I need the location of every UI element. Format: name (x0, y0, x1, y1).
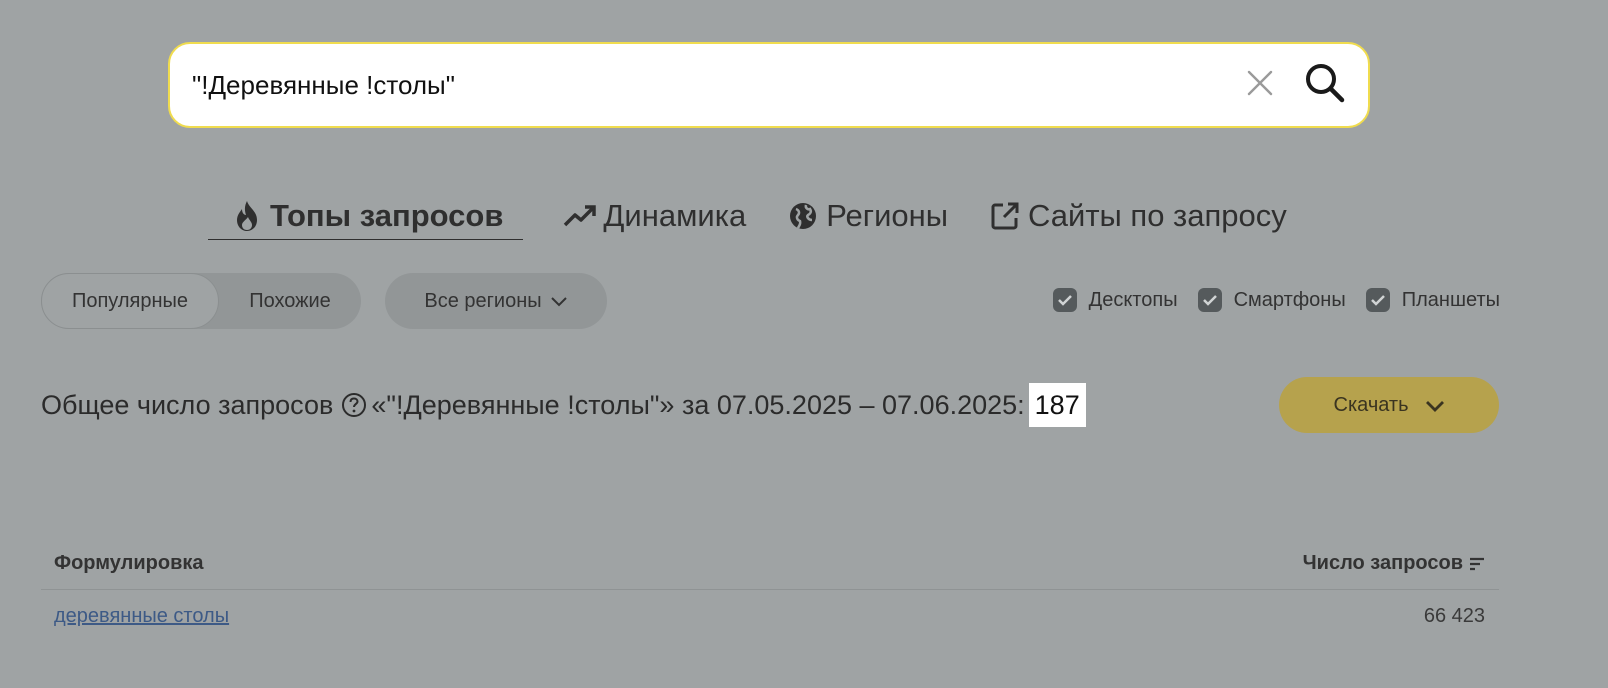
search-icon (1304, 62, 1346, 109)
column-phrase: Формулировка (54, 552, 204, 574)
globe-icon (786, 199, 820, 233)
summary-prefix: Общее число запросов (41, 389, 334, 420)
fire-icon (230, 199, 264, 233)
column-count-label: Число запросов (1302, 552, 1463, 574)
device-filters: Десктопы Смартфоны Планшеты (1033, 288, 1500, 312)
region-dropdown[interactable]: Все регионы (385, 273, 607, 329)
summary-period: за 07.05.2025 – 07.06.2025: (681, 389, 1025, 420)
tab-label: Топы запросов (270, 197, 504, 233)
similar-button[interactable]: Похожие (219, 273, 361, 329)
tab-label: Регионы (826, 198, 949, 233)
tab-dynamics[interactable]: Динамика (563, 192, 746, 240)
smartphone-checkbox[interactable]: Смартфоны (1197, 288, 1346, 312)
tab-sites[interactable]: Сайты по запросу (988, 192, 1287, 240)
desktop-checkbox[interactable]: Десктопы (1052, 288, 1178, 312)
search-input[interactable] (170, 43, 1230, 127)
chevron-down-icon (1425, 399, 1445, 412)
count-value: 66 423 (1423, 604, 1485, 627)
download-label: Скачать (1333, 393, 1409, 416)
popular-button[interactable]: Популярные (41, 273, 219, 329)
phrase-link[interactable]: деревянные столы (54, 605, 229, 628)
clear-button[interactable] (1230, 55, 1290, 115)
mode-switch: Популярные Похожие (41, 273, 361, 329)
close-icon (1246, 69, 1274, 102)
sort-icon (1469, 556, 1485, 572)
region-label: Все регионы (424, 289, 542, 312)
external-link-icon (988, 199, 1022, 233)
smartphone-label: Смартфоны (1233, 288, 1346, 311)
check-icon (1052, 288, 1077, 312)
check-icon (1197, 288, 1222, 312)
table-row: деревянные столы 66 423 (41, 598, 1499, 634)
check-icon (1365, 288, 1390, 312)
tabs: Топы запросов Динамика Регионы Сайты по … (208, 192, 1327, 240)
chevron-down-icon (550, 295, 568, 307)
total-summary: Общее число запросов «"!Деревянные !стол… (41, 382, 1086, 428)
tablet-label: Планшеты (1401, 288, 1500, 311)
summary-query: «"!Деревянные !столы"» (371, 389, 675, 420)
tab-regions[interactable]: Регионы (786, 192, 948, 240)
search-button[interactable] (1290, 50, 1360, 120)
help-icon[interactable] (341, 392, 367, 418)
download-button[interactable]: Скачать (1279, 377, 1499, 433)
search-box[interactable] (168, 42, 1370, 128)
total-count: 187 (1028, 383, 1086, 427)
tablet-checkbox[interactable]: Планшеты (1365, 288, 1500, 312)
desktop-label: Десктопы (1088, 288, 1178, 311)
tab-label: Сайты по запросу (1028, 198, 1287, 233)
table-header: Формулировка Число запросов (41, 546, 1499, 590)
column-count[interactable]: Число запросов (1303, 552, 1485, 575)
trend-icon (563, 199, 597, 233)
tab-label: Динамика (603, 198, 747, 233)
tab-top-queries[interactable]: Топы запросов (208, 193, 524, 240)
